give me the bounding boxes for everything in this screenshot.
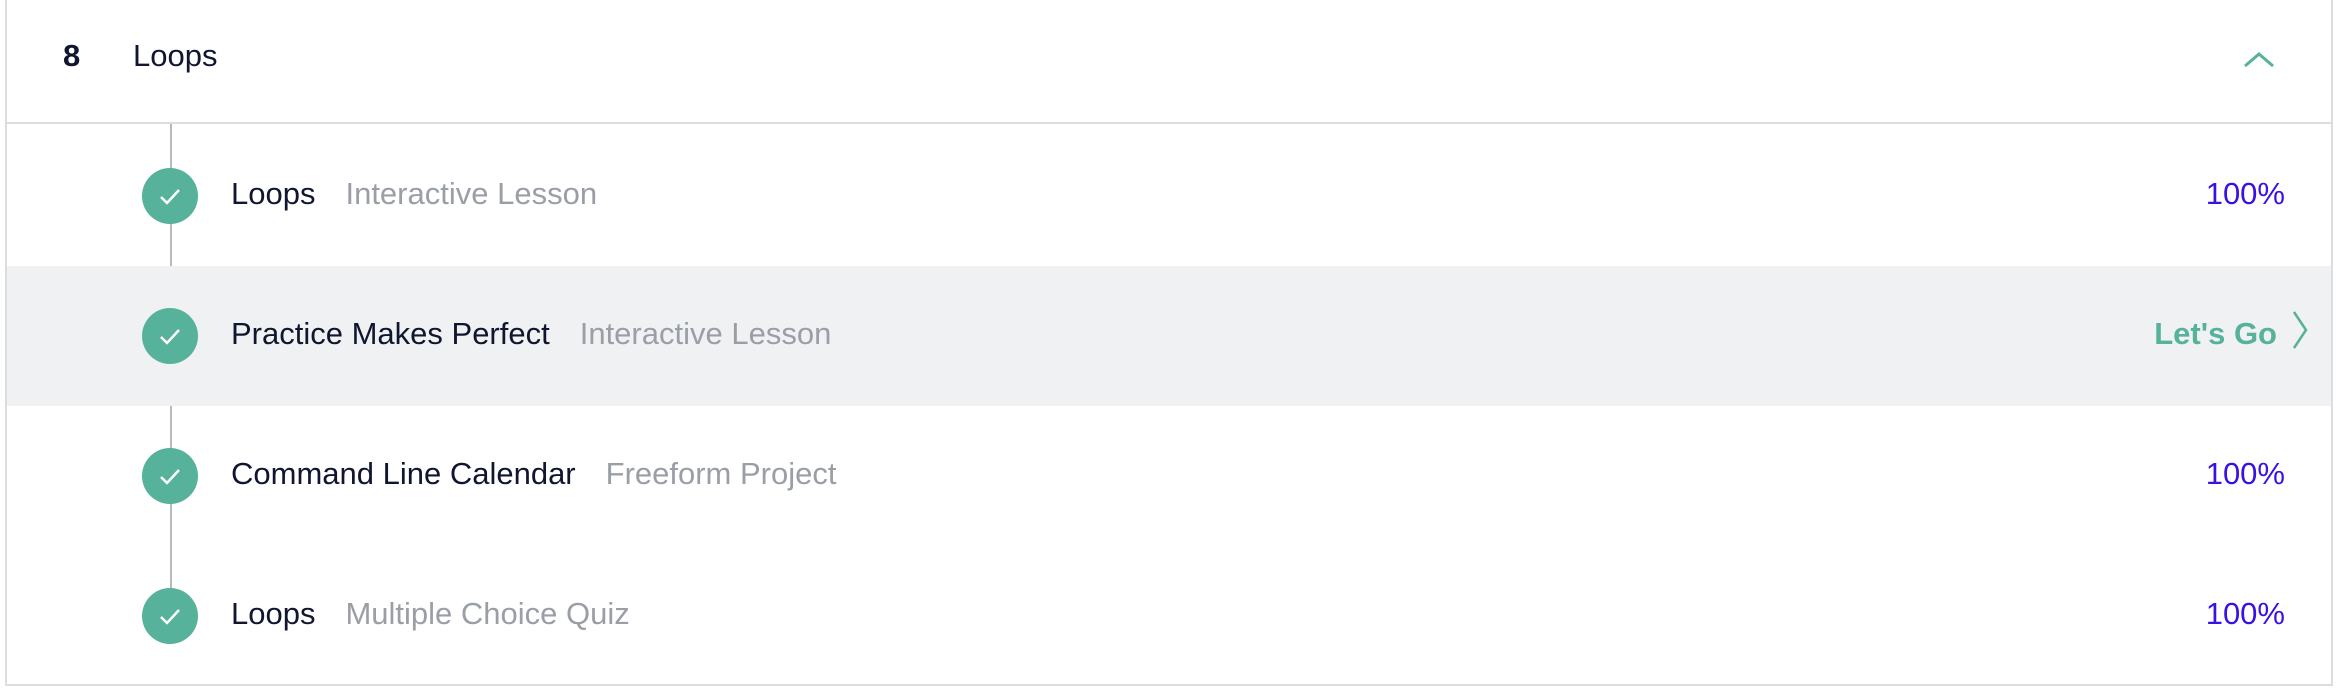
lesson-type: Freeform Project [605, 456, 837, 491]
lesson-title: Practice Makes Perfect [231, 316, 550, 351]
lets-go-button[interactable]: Let's Go [2154, 310, 2309, 358]
lesson-type: Interactive Lesson [579, 316, 832, 351]
module-number: 8 [63, 38, 81, 73]
progress-percent: 100% [2205, 456, 2285, 491]
list-item[interactable]: Command Line Calendar Freeform Project 10… [7, 406, 2331, 546]
lesson-title: Loops [231, 176, 316, 211]
check-circle-icon [142, 168, 198, 224]
chevron-right-icon [2277, 308, 2309, 360]
lesson-title-row: Loops Multiple Choice Quiz [231, 596, 630, 632]
list-item[interactable]: Loops Interactive Lesson 100% [7, 126, 2331, 266]
list-item[interactable]: Loops Multiple Choice Quiz 100% [7, 546, 2331, 686]
progress-percent: 100% [2205, 596, 2285, 631]
lesson-title-row: Practice Makes Perfect Interactive Lesson [231, 316, 831, 352]
lesson-type: Interactive Lesson [345, 176, 598, 211]
chevron-up-icon[interactable] [2239, 40, 2279, 80]
list-item-active[interactable]: Practice Makes Perfect Interactive Lesson… [7, 266, 2331, 406]
lesson-title-row: Loops Interactive Lesson [231, 176, 597, 212]
lesson-title: Loops [231, 596, 316, 631]
lesson-title-row: Command Line Calendar Freeform Project [231, 456, 836, 492]
module-header[interactable]: 8 Loops [7, 0, 2331, 124]
check-circle-icon [142, 308, 198, 364]
check-circle-icon [142, 448, 198, 504]
lesson-title: Command Line Calendar [231, 456, 576, 491]
module-panel: 8 Loops Loops Interactive Lesson 100% Pra… [5, 0, 2333, 686]
progress-percent: 100% [2205, 176, 2285, 211]
check-circle-icon [142, 588, 198, 644]
lesson-type: Multiple Choice Quiz [345, 596, 630, 631]
lets-go-label: Let's Go [2154, 316, 2277, 351]
module-title: Loops [133, 38, 218, 73]
